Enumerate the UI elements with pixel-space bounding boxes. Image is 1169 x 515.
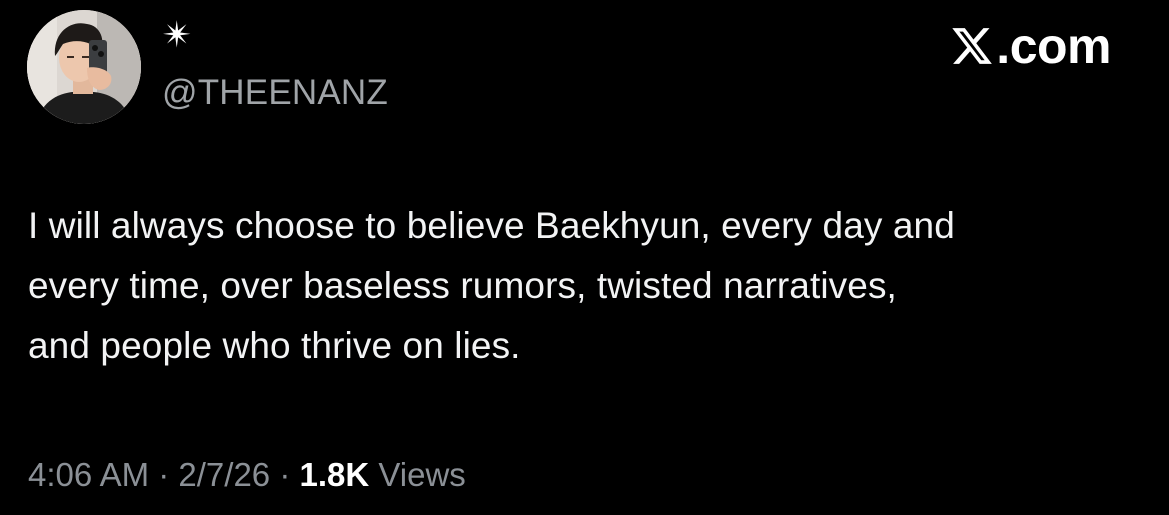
meta-separator: · <box>270 456 300 493</box>
tweet-line: and people who thrive on lies. <box>28 325 521 366</box>
brand-domain: .com <box>996 18 1111 74</box>
tweet-time[interactable]: 4:06 AM <box>28 456 149 493</box>
display-name[interactable]: ✴ <box>162 16 192 56</box>
views-count[interactable]: 1.8K <box>299 456 369 493</box>
meta-separator: · <box>149 456 179 493</box>
tweet-line: I will always choose to believe Baekhyun… <box>28 205 955 246</box>
tweet-meta: 4:06 AM · 2/7/26 · 1.8K Views <box>28 455 466 495</box>
brand-watermark: .com <box>950 18 1111 74</box>
tweet-date[interactable]: 2/7/26 <box>178 456 270 493</box>
x-logo-icon <box>952 28 993 64</box>
views-label: Views <box>369 456 466 493</box>
profile-photo <box>27 10 141 124</box>
tweet-text: I will always choose to believe Baekhyun… <box>28 196 1148 376</box>
tweet-line: every time, over baseless rumors, twiste… <box>28 265 897 306</box>
user-handle[interactable]: @THEENANZ <box>162 73 388 113</box>
avatar[interactable] <box>27 10 141 124</box>
